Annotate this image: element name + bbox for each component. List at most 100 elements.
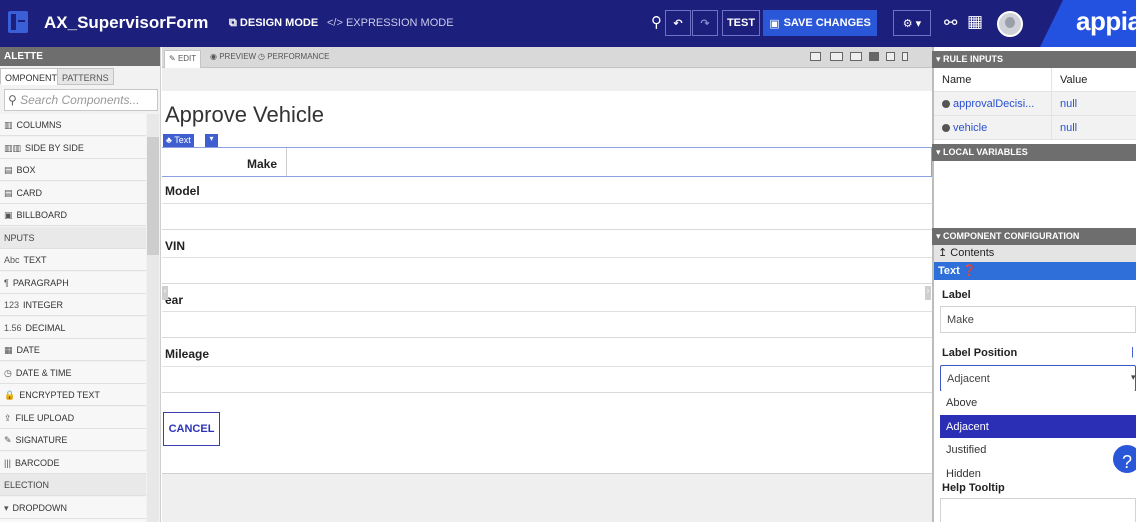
palette-category: NPUTS: [0, 226, 146, 249]
palette-item[interactable]: ▤ CARD: [0, 181, 146, 204]
help-fab-button[interactable]: ?: [1110, 442, 1136, 476]
laptop-icon[interactable]: [850, 52, 862, 61]
fit-width-icon[interactable]: [810, 52, 821, 61]
palette-item[interactable]: Abc TEXT: [0, 249, 146, 271]
design-mode-icon: ⧉: [229, 17, 240, 29]
palette-header: ALETTE: [0, 47, 160, 66]
tablet-landscape-icon[interactable]: [869, 52, 879, 61]
tablet-portrait-icon[interactable]: [886, 52, 895, 61]
contents-breadcrumb[interactable]: ↥ Contents: [934, 245, 1136, 262]
tab-performance[interactable]: ◷ PERFORMANCE: [258, 52, 329, 61]
collapse-icon: ▾: [936, 54, 944, 64]
palette-item[interactable]: ¶ PARAGRAPH: [0, 271, 146, 294]
year-field-input[interactable]: [162, 311, 932, 338]
help-tooltip-input[interactable]: [940, 498, 1136, 522]
collapse-panel-handle[interactable]: ›: [925, 286, 931, 300]
expression-link-icon[interactable]: |: [1131, 346, 1134, 358]
redo-icon: ↷: [700, 17, 710, 30]
settings-menu-button[interactable]: ⚙ ▾: [893, 10, 931, 36]
help-icon[interactable]: ❓: [960, 265, 977, 277]
palette-item[interactable]: ▥ COLUMNS: [0, 114, 146, 136]
help-tooltip-label: Help Tooltip: [942, 482, 1005, 494]
palette-item-label: ENCRYPTED TEXT: [19, 390, 100, 400]
model-field-label: Model: [165, 184, 200, 198]
undo-button[interactable]: ↶: [665, 10, 691, 36]
hierarchy-icon: ♣: [166, 135, 175, 145]
tab-patterns[interactable]: PATTERNS: [57, 68, 114, 85]
save-changes-button[interactable]: ▣ SAVE CHANGES: [763, 10, 877, 36]
test-button[interactable]: TEST: [722, 10, 760, 36]
local-variables-header[interactable]: ▾ LOCAL VARIABLES: [932, 144, 1136, 161]
palette-item[interactable]: ▣ BILLBOARD: [0, 204, 146, 226]
mileage-field-input[interactable]: [162, 366, 932, 393]
rule-input-name[interactable]: approvalDecisi...: [942, 98, 1034, 110]
palette-item[interactable]: 123 INTEGER: [0, 294, 146, 316]
design-mode-tab[interactable]: ⧉ DESIGN MODE: [229, 17, 318, 30]
palette-item[interactable]: ▥▥ SIDE BY SIDE: [0, 136, 146, 159]
dropdown-option[interactable]: Above: [940, 391, 1136, 414]
app-designer-icon[interactable]: [8, 11, 28, 33]
component-icon: ⇪: [4, 412, 12, 423]
palette-item[interactable]: ✎ SIGNATURE: [0, 429, 146, 451]
code-icon: </>: [327, 17, 346, 29]
tab-preview[interactable]: ◉ PREVIEW: [210, 52, 256, 61]
column-divider: [1051, 68, 1052, 140]
rule-input-name[interactable]: vehicle: [942, 122, 987, 134]
top-bar: AX_SupervisorForm ⧉ DESIGN MODE </> EXPR…: [0, 0, 1136, 47]
bullet-icon: [942, 100, 950, 108]
column-value-header: Value: [1060, 74, 1088, 86]
desktop-icon[interactable]: [830, 52, 843, 61]
make-field-input[interactable]: [286, 148, 931, 176]
rule-input-value[interactable]: null: [1060, 98, 1077, 110]
palette-item-label: SIGNATURE: [15, 435, 68, 445]
palette-scrollbar-thumb[interactable]: [147, 137, 159, 255]
palette-item[interactable]: ▤ BOX: [0, 159, 146, 181]
collapse-palette-handle[interactable]: ‹: [162, 286, 168, 300]
lightbulb-icon[interactable]: ⚲: [651, 13, 662, 31]
palette-item[interactable]: ||| BARCODE: [0, 451, 146, 474]
palette-item[interactable]: ▦ DATE: [0, 339, 146, 361]
cancel-button[interactable]: CANCEL: [163, 412, 220, 446]
collapse-icon: ▾: [936, 231, 944, 241]
component-type-title: Text ❓: [934, 262, 1136, 280]
palette-item-label: NPUTS: [4, 232, 35, 243]
dropdown-option[interactable]: Justified: [940, 438, 1136, 461]
palette-item[interactable]: 1.56 DECIMAL: [0, 316, 146, 339]
vin-field-input[interactable]: [162, 257, 932, 284]
bullet-icon: [942, 124, 950, 132]
phone-icon[interactable]: [902, 52, 908, 61]
selected-component-tag[interactable]: ♣ Text: [163, 134, 194, 147]
undo-icon: ↶: [673, 17, 683, 30]
rule-inputs-header[interactable]: ▾ RULE INPUTS: [932, 51, 1136, 68]
user-avatar[interactable]: [997, 11, 1023, 37]
chevron-right-icon: ›: [926, 286, 930, 295]
search-objects-icon[interactable]: ⚯: [944, 13, 957, 33]
table-row[interactable]: approvalDecisi... null: [934, 92, 1136, 116]
label-position-select[interactable]: Adjacent ▾: [940, 365, 1136, 392]
component-icon: ¶: [4, 277, 9, 288]
form-title[interactable]: Approve Vehicle: [165, 102, 324, 128]
navigation-menu-icon[interactable]: ▦: [967, 12, 983, 32]
palette-item[interactable]: ◷ DATE & TIME: [0, 361, 146, 384]
rule-input-value[interactable]: null: [1060, 122, 1077, 134]
appian-logo: appia: [1076, 6, 1136, 36]
palette-item[interactable]: ▾ DROPDOWN: [0, 496, 146, 519]
dropdown-option[interactable]: Adjacent: [940, 414, 1136, 438]
palette-item[interactable]: ⇪ FILE UPLOAD: [0, 406, 146, 429]
tab-edit[interactable]: ✎ EDIT: [164, 50, 202, 68]
component-menu-button[interactable]: ▾: [205, 134, 218, 147]
search-components-input[interactable]: ⚲ Search Components...: [4, 89, 158, 111]
label-config-input[interactable]: Make: [940, 306, 1136, 333]
rule-inputs-column-headers: Name Value: [934, 68, 1136, 92]
model-field-input[interactable]: [162, 203, 932, 230]
palette-item[interactable]: 🔒 ENCRYPTED TEXT: [0, 384, 146, 406]
redo-button[interactable]: ↷: [692, 10, 718, 36]
palette-item-label: COLUMNS: [16, 120, 62, 130]
palette-item-label: ELECTION: [4, 480, 50, 490]
collapse-icon: ▾: [936, 147, 944, 157]
make-field-label: Make: [246, 157, 277, 171]
editor-tabstrip: ✎ EDIT ◉ PREVIEW ◷ PERFORMANCE: [162, 47, 932, 68]
component-configuration-header[interactable]: ▾ COMPONENT CONFIGURATION: [932, 228, 1136, 245]
expression-mode-tab[interactable]: </> EXPRESSION MODE: [327, 17, 454, 29]
table-row[interactable]: vehicle null: [934, 116, 1136, 140]
